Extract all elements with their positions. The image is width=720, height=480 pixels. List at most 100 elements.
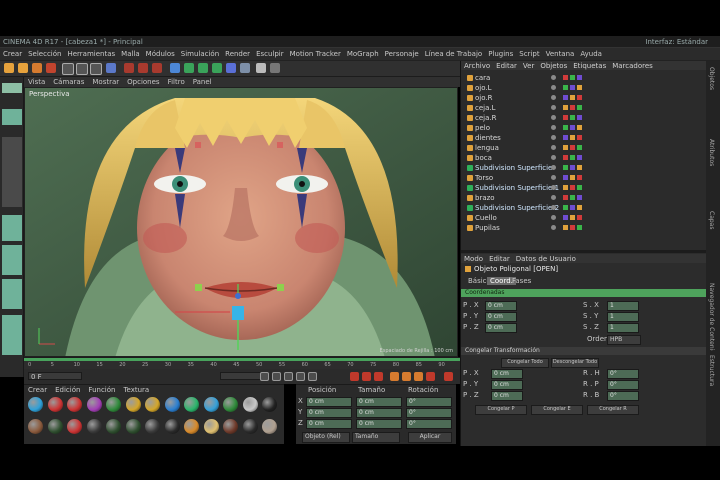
freeze-button[interactable]: Congelar E <box>531 405 583 415</box>
layout-label[interactable]: Interfaz: Estándar <box>645 38 708 46</box>
object-row[interactable]: Subdivision Superficie.1 <box>467 184 703 192</box>
coord-pos-field[interactable]: 0 cm <box>306 408 352 418</box>
material-swatch[interactable] <box>67 419 82 434</box>
material-swatch[interactable] <box>184 419 199 434</box>
object-tag-icon[interactable] <box>563 115 568 120</box>
render-settings-icon[interactable] <box>152 63 162 73</box>
material-swatch[interactable] <box>242 397 258 412</box>
mode-button-6[interactable] <box>2 279 22 309</box>
object-tag-icon[interactable] <box>570 215 575 220</box>
material-swatch[interactable] <box>262 419 277 434</box>
object-row[interactable]: ceja.R <box>467 114 703 122</box>
render-view-icon[interactable] <box>124 63 134 73</box>
attr-field[interactable]: 1 <box>607 301 639 311</box>
live-select-icon[interactable] <box>32 63 42 73</box>
cube-icon[interactable] <box>170 63 180 73</box>
material-swatch[interactable] <box>86 397 102 412</box>
menu-item[interactable]: Esculpir <box>253 48 287 58</box>
menu-item[interactable]: Herramientas <box>64 48 118 58</box>
material-swatch[interactable] <box>164 419 180 434</box>
param-key-icon[interactable] <box>414 372 423 381</box>
attr-field[interactable]: 0° <box>607 380 639 390</box>
material-swatch[interactable] <box>125 397 141 412</box>
object-tag-icon[interactable] <box>577 205 582 210</box>
coord-rot-field[interactable]: 0° <box>406 408 452 418</box>
timeline-ruler[interactable]: 0 5 10 15 20 25 30 35 40 45 50 55 60 65 70 75 80 85 90 <box>24 357 460 369</box>
vertical-tab[interactable]: Estructura <box>708 355 715 423</box>
freeze-button[interactable]: Congelar Todo <box>501 358 549 368</box>
object-tag-icon[interactable] <box>577 215 582 220</box>
vertical-tab[interactable]: Objetos <box>708 67 715 135</box>
coord-rot-field[interactable]: 0° <box>406 397 452 407</box>
subdivision-icon[interactable] <box>184 63 194 73</box>
vertical-tab[interactable]: Capas <box>708 211 715 279</box>
undo-icon[interactable] <box>4 63 14 73</box>
coord-size-field[interactable]: 0 cm <box>356 419 402 429</box>
menu-item[interactable]: Script <box>516 48 542 58</box>
object-tag-icon[interactable] <box>570 175 575 180</box>
visibility-dots-icon[interactable] <box>551 115 556 120</box>
object-tag-icon[interactable] <box>570 95 575 100</box>
object-tag-icon[interactable] <box>570 125 575 130</box>
object-row[interactable]: Torso <box>467 174 703 182</box>
object-row[interactable]: Cuello <box>467 214 703 222</box>
mode-button-4[interactable] <box>2 215 22 241</box>
object-tag-icon[interactable] <box>563 175 568 180</box>
go-to-end-icon[interactable] <box>308 372 317 381</box>
timeline-settings-icon[interactable] <box>444 372 453 381</box>
object-tag-icon[interactable] <box>570 75 575 80</box>
menu-item[interactable]: Ventana <box>543 48 578 58</box>
menu-item[interactable]: Motion Tracker <box>287 48 344 58</box>
visibility-dots-icon[interactable] <box>551 105 556 110</box>
redo-icon[interactable] <box>18 63 28 73</box>
camera-icon[interactable] <box>240 63 250 73</box>
mode-button-7[interactable] <box>2 315 22 355</box>
object-tag-icon[interactable] <box>577 185 582 190</box>
material-swatch[interactable] <box>203 419 219 434</box>
material-menu-item[interactable]: Edición <box>51 385 84 395</box>
object-tag-icon[interactable] <box>563 155 568 160</box>
object-tag-icon[interactable] <box>570 85 575 90</box>
deformer-icon[interactable] <box>226 63 236 73</box>
object-tag-icon[interactable] <box>577 125 582 130</box>
coord-pos-field[interactable]: 0 cm <box>306 397 352 407</box>
object-tag-icon[interactable] <box>577 225 582 230</box>
coord-rot-field[interactable]: 0° <box>406 419 452 429</box>
coord-system-icon[interactable] <box>106 63 116 73</box>
visibility-dots-icon[interactable] <box>551 225 556 230</box>
move-icon[interactable] <box>46 63 56 73</box>
viewport-perspective[interactable]: Perspectiva Espaciado de Rejilla: 100 c… <box>24 87 458 357</box>
mode-button-1[interactable] <box>2 83 22 93</box>
current-frame-field[interactable]: 0 F <box>28 372 82 381</box>
coord-size-field[interactable]: 0 cm <box>356 397 402 407</box>
object-tag-icon[interactable] <box>570 165 575 170</box>
object-tag-icon[interactable] <box>577 105 582 110</box>
end-frame-field[interactable] <box>220 372 262 380</box>
attr-field[interactable]: 0° <box>607 369 639 379</box>
spline-icon[interactable] <box>212 63 222 73</box>
object-row[interactable]: ojo.R <box>467 94 703 102</box>
visibility-dots-icon[interactable] <box>551 85 556 90</box>
object-tag-icon[interactable] <box>570 185 575 190</box>
viewport-menu-item[interactable]: Opciones <box>123 77 163 87</box>
attr-field[interactable]: 0 cm <box>491 391 523 401</box>
axis-y-icon[interactable] <box>76 63 88 75</box>
pla-key-icon[interactable] <box>426 372 435 381</box>
object-tag-icon[interactable] <box>570 205 575 210</box>
object-tag-icon[interactable] <box>570 155 575 160</box>
attr-field[interactable]: 0 cm <box>491 369 523 379</box>
material-swatch[interactable] <box>145 397 160 412</box>
object-tag-icon[interactable] <box>563 205 568 210</box>
object-tag-icon[interactable] <box>570 195 575 200</box>
material-menu-item[interactable]: Textura <box>119 385 153 395</box>
keyframe-mode-icon[interactable] <box>390 372 399 381</box>
material-swatch[interactable] <box>223 397 238 412</box>
autokey-icon[interactable] <box>362 372 371 381</box>
viewport-menu-item[interactable]: Mostrar <box>88 77 123 87</box>
object-tag-icon[interactable] <box>577 75 582 80</box>
vertical-tab[interactable]: Atributos <box>708 139 715 207</box>
material-swatch[interactable] <box>47 419 63 434</box>
material-swatch[interactable] <box>223 419 238 434</box>
material-swatch[interactable] <box>242 419 258 434</box>
visibility-dots-icon[interactable] <box>551 155 556 160</box>
